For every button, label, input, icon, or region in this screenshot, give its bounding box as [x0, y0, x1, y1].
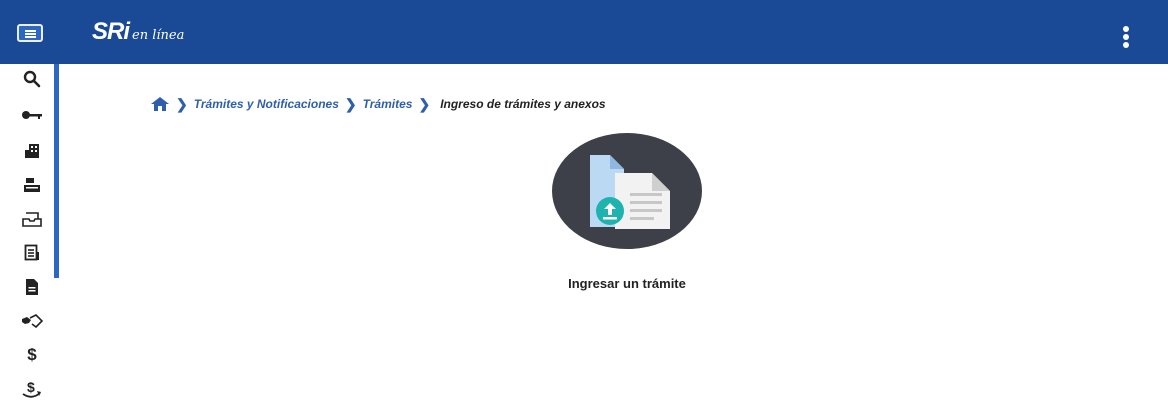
- breadcrumb: ❯ Trámites y Notificaciones ❯ Trámites ❯…: [150, 94, 606, 114]
- receipt-icon[interactable]: [21, 242, 43, 264]
- sidebar: $ $: [0, 64, 62, 408]
- document-icon[interactable]: [21, 276, 43, 298]
- hamburger-menu-button[interactable]: [17, 24, 43, 42]
- top-app-bar: SRi en línea: [0, 0, 1168, 64]
- cash-register-icon[interactable]: [21, 174, 43, 196]
- upload-document-illustration[interactable]: [552, 133, 702, 249]
- sidebar-scrollbar[interactable]: [54, 64, 59, 278]
- chevron-right-icon: ❯: [344, 95, 357, 112]
- breadcrumb-current: Ingreso de trámites y anexos: [440, 97, 606, 111]
- chevron-right-icon: ❯: [418, 95, 431, 112]
- logo-subtitle: en línea: [132, 28, 185, 43]
- dollar-return-icon[interactable]: $: [21, 378, 43, 400]
- breadcrumb-item[interactable]: Trámites: [363, 97, 413, 111]
- logo-brand: SRi: [92, 18, 130, 45]
- sri-logo[interactable]: SRi en línea: [92, 18, 184, 48]
- home-icon[interactable]: [150, 96, 170, 112]
- more-vertical-icon[interactable]: [1120, 26, 1132, 54]
- search-icon[interactable]: [21, 68, 43, 90]
- svg-text:$: $: [27, 379, 35, 395]
- chevron-right-icon: ❯: [176, 95, 188, 112]
- building-icon[interactable]: [21, 140, 43, 162]
- dollar-icon[interactable]: $: [21, 344, 43, 366]
- inbox-tray-icon[interactable]: [21, 208, 43, 230]
- key-icon[interactable]: [21, 104, 43, 126]
- add-procedure-label[interactable]: Ingresar un trámite: [527, 276, 727, 291]
- breadcrumb-item[interactable]: Trámites y Notificaciones: [194, 97, 339, 111]
- handshake-icon[interactable]: [21, 310, 43, 332]
